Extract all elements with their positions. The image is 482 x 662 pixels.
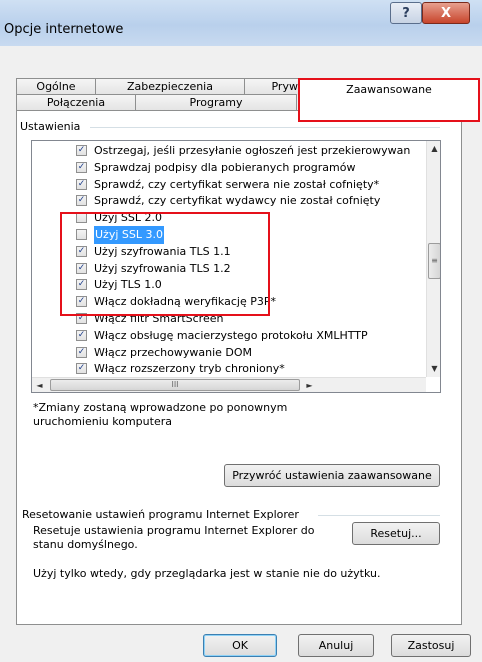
restore-advanced-button[interactable]: Przywróć ustawienia zaawansowane <box>224 464 440 487</box>
setting-label: Ostrzegaj, jeśli przesyłanie ogłoszeń je… <box>94 144 411 157</box>
apply-button[interactable]: Zastosuj <box>391 634 471 657</box>
tab-row2-1[interactable]: Programy <box>135 94 297 111</box>
scroll-left-icon[interactable]: ◄ <box>32 378 47 392</box>
tab-row2-0[interactable]: Połączenia <box>16 94 136 111</box>
reset-warning: Użyj tylko wtedy, gdy przeglądarka jest … <box>33 567 381 580</box>
scroll-up-icon[interactable]: ▲ <box>427 141 440 156</box>
restart-note: *Zmiany zostaną wprowadzone po ponownym … <box>33 401 288 428</box>
checkbox-checked-icon[interactable]: ✓ <box>76 161 87 173</box>
help-button[interactable]: ? <box>390 2 422 24</box>
ok-button[interactable]: OK <box>203 634 277 657</box>
settings-group-label: Ustawienia <box>20 120 85 133</box>
setting-row[interactable]: ✓ Włącz obsługę macierzystego protokołu X… <box>32 327 428 345</box>
group-divider <box>90 127 440 128</box>
setting-label: Sprawdzaj podpisy dla pobieranych progra… <box>94 160 356 174</box>
setting-label: Sprawdź, czy certyfikat serwera nie zost… <box>94 177 380 191</box>
setting-label: Włącz obsługę macierzystego protokołu XM… <box>94 328 368 342</box>
horizontal-scroll-thumb[interactable]: III <box>50 379 300 391</box>
checkbox-checked-icon[interactable]: ✓ <box>76 195 87 207</box>
reset-group-label: Resetowanie ustawień programu Internet E… <box>22 508 299 521</box>
reset-divider <box>318 515 440 516</box>
setting-label: Włącz rozszerzony tryb chroniony* <box>94 362 285 376</box>
setting-label: Sprawdź, czy certyfikat wydawcy nie zost… <box>94 194 381 208</box>
highlight-box-ssl-tls <box>60 212 270 316</box>
checkbox-checked-icon[interactable]: ✓ <box>76 363 87 375</box>
checkbox-checked-icon[interactable]: ✓ <box>76 329 87 341</box>
close-button[interactable]: X <box>422 2 470 24</box>
checkbox-checked-icon[interactable]: ✓ <box>76 346 87 358</box>
tab-zaawansowane[interactable]: Zaawansowane <box>298 78 480 122</box>
scroll-down-icon[interactable]: ▼ <box>427 361 440 376</box>
tab-1[interactable]: Zabezpieczenia <box>95 78 245 95</box>
cancel-button[interactable]: Anuluj <box>298 634 374 657</box>
vertical-scroll-thumb[interactable]: ≡ <box>428 243 440 279</box>
tab-row-2: Połączenia Programy <box>16 94 297 111</box>
window-title: Opcje internetowe <box>4 22 124 37</box>
setting-row[interactable]: ✓ Ostrzegaj, jeśli przesyłanie ogłoszeń j… <box>32 142 428 160</box>
reset-description: Resetuje ustawienia programu Internet Ex… <box>33 524 315 551</box>
setting-row[interactable]: ✓ Włącz przechowywanie DOM <box>32 344 428 362</box>
setting-label: Włącz przechowywanie DOM <box>94 345 253 359</box>
checkbox-checked-icon[interactable]: ✓ <box>76 145 87 156</box>
setting-row[interactable]: ✓ Sprawdzaj podpisy dla pobieranych progr… <box>32 159 428 177</box>
setting-row[interactable]: ✓ Włącz rozszerzony tryb chroniony* <box>32 360 428 378</box>
setting-row[interactable]: ✓ Sprawdź, czy certyfikat wydawcy nie zos… <box>32 192 428 210</box>
internet-options-window: Opcje internetowe ? X Ogólne Zabezpieczen… <box>0 0 482 662</box>
tab-0[interactable]: Ogólne <box>16 78 96 95</box>
title-bar: Opcje internetowe ? X <box>0 0 482 46</box>
reset-button[interactable]: Resetuj... <box>352 522 440 545</box>
setting-row[interactable]: ✓ Sprawdź, czy certyfikat serwera nie zos… <box>32 176 428 194</box>
scroll-right-icon[interactable]: ► <box>302 378 317 392</box>
vertical-scrollbar[interactable]: ▲ ≡ ▼ <box>426 141 440 377</box>
checkbox-checked-icon[interactable]: ✓ <box>76 178 87 190</box>
horizontal-scrollbar[interactable]: ◄ III ► <box>32 377 426 392</box>
